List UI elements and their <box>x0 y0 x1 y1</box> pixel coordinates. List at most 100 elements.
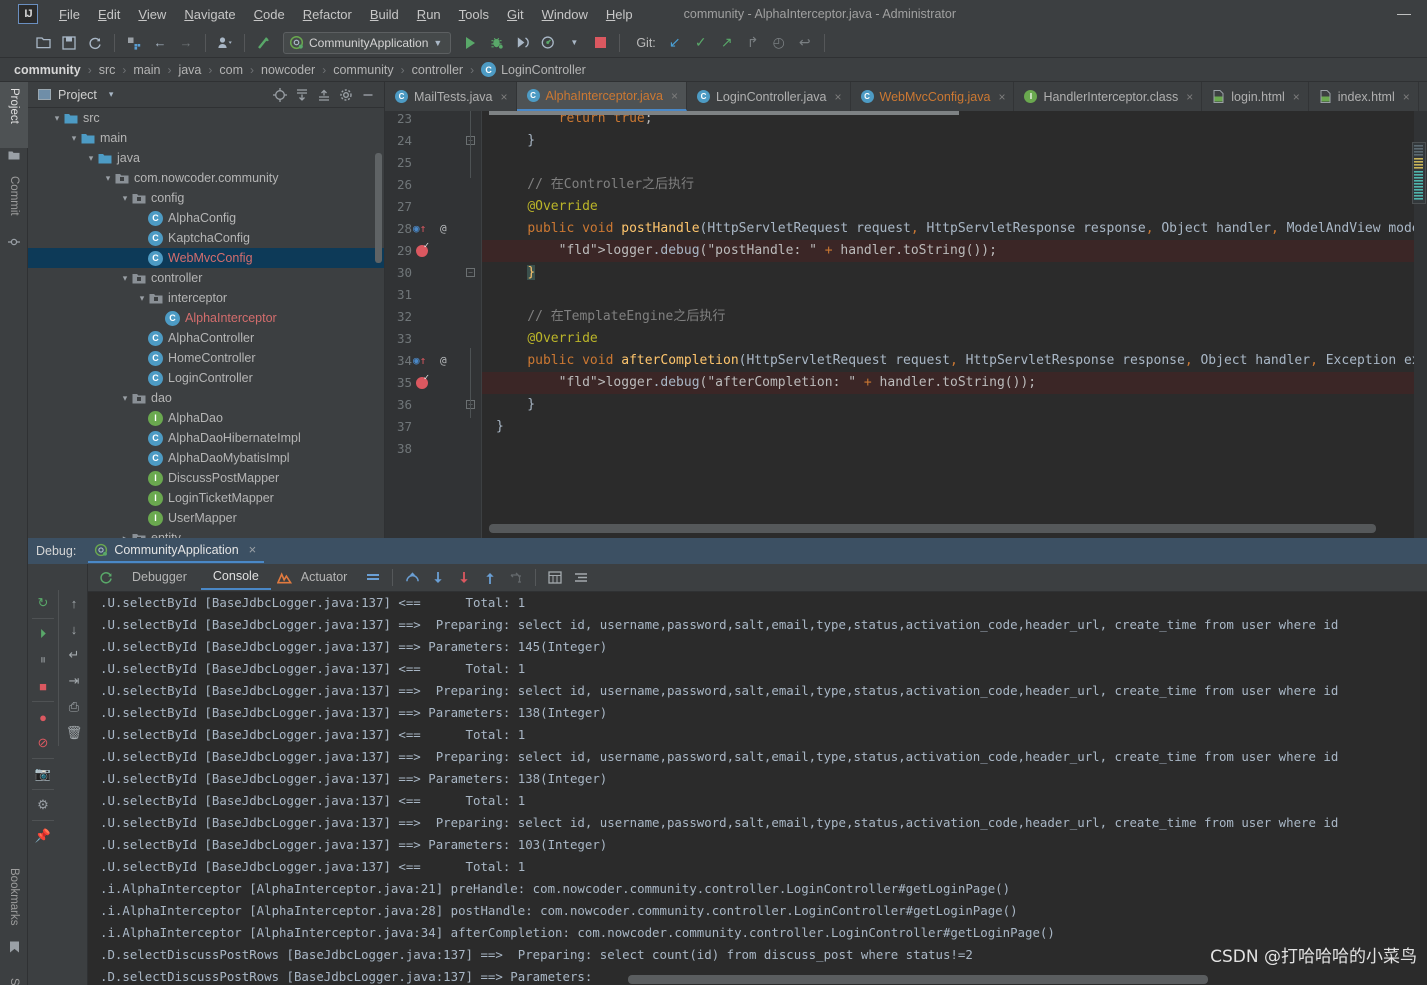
editor-error-stripe[interactable] <box>1412 111 1427 538</box>
tree-node-alphadaomybatisimpl[interactable]: ·C AlphaDaoMybatisImpl <box>28 448 384 468</box>
profile-settings-icon[interactable] <box>214 32 236 54</box>
editor-tab-mailtests-java[interactable]: C MailTests.java × <box>385 82 517 111</box>
menu-item-run[interactable]: Run <box>408 5 450 24</box>
minimize-button[interactable]: — <box>1391 4 1417 22</box>
tree-node-dao[interactable]: ▾ dao <box>28 388 384 408</box>
profiler-button[interactable] <box>537 32 559 54</box>
select-opened-file-icon[interactable] <box>270 85 290 105</box>
breadcrumb-item-src[interactable]: src <box>99 63 116 77</box>
tree-node-webmvcconfig[interactable]: ·C WebMvcConfig <box>28 248 384 268</box>
git-commit-icon[interactable]: ✓ <box>690 32 712 54</box>
project-tree[interactable]: ▾ src ▾ main ▾ java ▾ com.nowcoder.community ▾ co… <box>28 108 384 538</box>
close-icon[interactable]: × <box>998 90 1005 104</box>
code-line[interactable]: public void afterCompletion(HttpServletR… <box>496 350 1427 372</box>
settings-icon[interactable]: ⚙ <box>28 792 58 818</box>
menu-item-window[interactable]: Window <box>533 5 597 24</box>
chevron-down-icon[interactable]: ▾ <box>68 133 80 144</box>
scroll-up-icon[interactable]: ↑ <box>59 590 89 616</box>
rerun-debug-icon[interactable] <box>94 567 118 589</box>
menu-item-navigate[interactable]: Navigate <box>175 5 244 24</box>
stop-icon[interactable]: ■ <box>28 673 58 699</box>
breadcrumb-item-community[interactable]: community <box>14 63 81 77</box>
tree-node-usermapper[interactable]: ·I UserMapper <box>28 508 384 528</box>
debug-button[interactable] <box>485 32 507 54</box>
code-line[interactable]: // 在TemplateEngine之后执行 <box>496 306 725 328</box>
editor-tab-webmvcconfig-java[interactable]: C WebMvcConfig.java × <box>851 82 1015 111</box>
tree-node-entity[interactable]: ▸ entity <box>28 528 384 538</box>
scroll-to-end-icon[interactable]: ⇥ <box>59 668 89 694</box>
tree-node-alphadao[interactable]: ·I AlphaDao <box>28 408 384 428</box>
override-method-icon[interactable]: ◉↑ <box>413 350 426 372</box>
breakpoint-icon[interactable] <box>416 241 429 257</box>
debug-session-tab[interactable]: CommunityApplication × <box>88 539 265 563</box>
code-line[interactable]: } <box>496 130 535 152</box>
sidebar-item-commit[interactable]: Commit <box>0 170 28 236</box>
editor-fold-column[interactable] <box>460 111 482 538</box>
menu-item-file[interactable]: File <box>50 5 89 24</box>
editor-horizontal-scrollbar[interactable] <box>489 524 1376 533</box>
run-to-cursor-icon[interactable] <box>504 567 528 589</box>
close-icon[interactable]: × <box>671 89 678 103</box>
console-horizontal-scrollbar[interactable] <box>628 975 1208 984</box>
pin-tab-icon[interactable]: 📌 <box>28 823 58 849</box>
sidebar-item-structure[interactable]: Structure <box>0 972 28 985</box>
run-with-coverage-button[interactable] <box>511 32 533 54</box>
tree-node-com-nowcoder-community[interactable]: ▾ com.nowcoder.community <box>28 168 384 188</box>
menu-item-git[interactable]: Git <box>498 5 533 24</box>
menu-item-view[interactable]: View <box>129 5 175 24</box>
run-button[interactable] <box>459 32 481 54</box>
code-line[interactable]: "fld">logger.debug("afterCompletion: " +… <box>496 372 1036 394</box>
code-line[interactable]: } <box>496 394 535 416</box>
project-tree-scrollbar[interactable] <box>375 153 382 263</box>
code-line[interactable]: public void postHandle(HttpServletReques… <box>496 218 1427 240</box>
tab-actuator[interactable]: Actuator <box>299 566 360 589</box>
breadcrumb-item-main[interactable]: main <box>133 63 160 77</box>
build-hammer-icon[interactable] <box>253 32 275 54</box>
tree-node-homecontroller[interactable]: ·C HomeController <box>28 348 384 368</box>
soft-wrap-icon[interactable]: ↵ <box>59 642 89 668</box>
evaluate-expression-icon[interactable] <box>543 567 567 589</box>
tab-console[interactable]: Console <box>200 565 271 590</box>
sync-icon[interactable] <box>84 32 106 54</box>
print-icon[interactable]: ⎙ <box>59 694 89 720</box>
close-icon[interactable]: × <box>1403 90 1410 104</box>
stop-button[interactable] <box>589 32 611 54</box>
run-configuration-selector[interactable]: CommunityApplication ▼ <box>283 31 452 54</box>
breadcrumb-item-controller[interactable]: controller <box>412 63 463 77</box>
chevron-down-icon[interactable]: ▾ <box>109 89 114 100</box>
tree-node-src[interactable]: ▾ src <box>28 108 384 128</box>
tree-node-discusspostmapper[interactable]: ·I DiscussPostMapper <box>28 468 384 488</box>
code-line[interactable]: @Override <box>496 196 597 218</box>
sidebar-item-project[interactable]: Project <box>0 82 28 148</box>
tab-debugger[interactable]: Debugger <box>120 566 199 589</box>
chevron-down-icon[interactable]: ▾ <box>85 153 97 164</box>
breadcrumb-item-java[interactable]: java <box>178 63 201 77</box>
close-icon[interactable]: × <box>1186 90 1193 104</box>
console-output[interactable]: .U.selectById [BaseJdbcLogger.java:137] … <box>88 592 1427 985</box>
menu-item-help[interactable]: Help <box>597 5 642 24</box>
pause-program-icon[interactable]: ⏸ <box>28 647 58 673</box>
expand-all-icon[interactable] <box>292 85 312 105</box>
git-branch-icon[interactable]: ↱ <box>742 32 764 54</box>
chevron-down-icon[interactable]: ▾ <box>51 113 63 124</box>
editor-tab-alphainterceptor-java[interactable]: C AlphaInterceptor.java × <box>516 82 687 111</box>
save-all-icon[interactable] <box>58 32 80 54</box>
git-rollback-icon[interactable]: ↩ <box>794 32 816 54</box>
tree-node-kaptchaconfig[interactable]: ·C KaptchaConfig <box>28 228 384 248</box>
screenshot-icon[interactable]: 📷 <box>28 761 58 787</box>
menu-item-refactor[interactable]: Refactor <box>294 5 361 24</box>
view-breakpoints-icon[interactable]: ● <box>28 704 58 730</box>
scroll-down-icon[interactable]: ↓ <box>59 616 89 642</box>
editor-tab-handlerinterceptor-class[interactable]: I HandlerInterceptor.class × <box>1014 82 1203 111</box>
code-editor[interactable]: return true; } // 在Controller之后执行 @Overr… <box>385 111 1427 538</box>
breakpoint-icon[interactable] <box>416 373 429 389</box>
tree-node-main[interactable]: ▾ main <box>28 128 384 148</box>
git-push-icon[interactable]: ↗ <box>716 32 738 54</box>
force-step-into-icon[interactable] <box>452 567 476 589</box>
git-update-icon[interactable]: ↙ <box>664 32 686 54</box>
collapse-all-icon[interactable] <box>314 85 334 105</box>
menu-item-build[interactable]: Build <box>361 5 408 24</box>
editor-code-area[interactable]: return true; } // 在Controller之后执行 @Overr… <box>482 111 1427 538</box>
step-over-icon[interactable] <box>400 567 424 589</box>
breadcrumb-item-community[interactable]: community <box>333 63 393 77</box>
